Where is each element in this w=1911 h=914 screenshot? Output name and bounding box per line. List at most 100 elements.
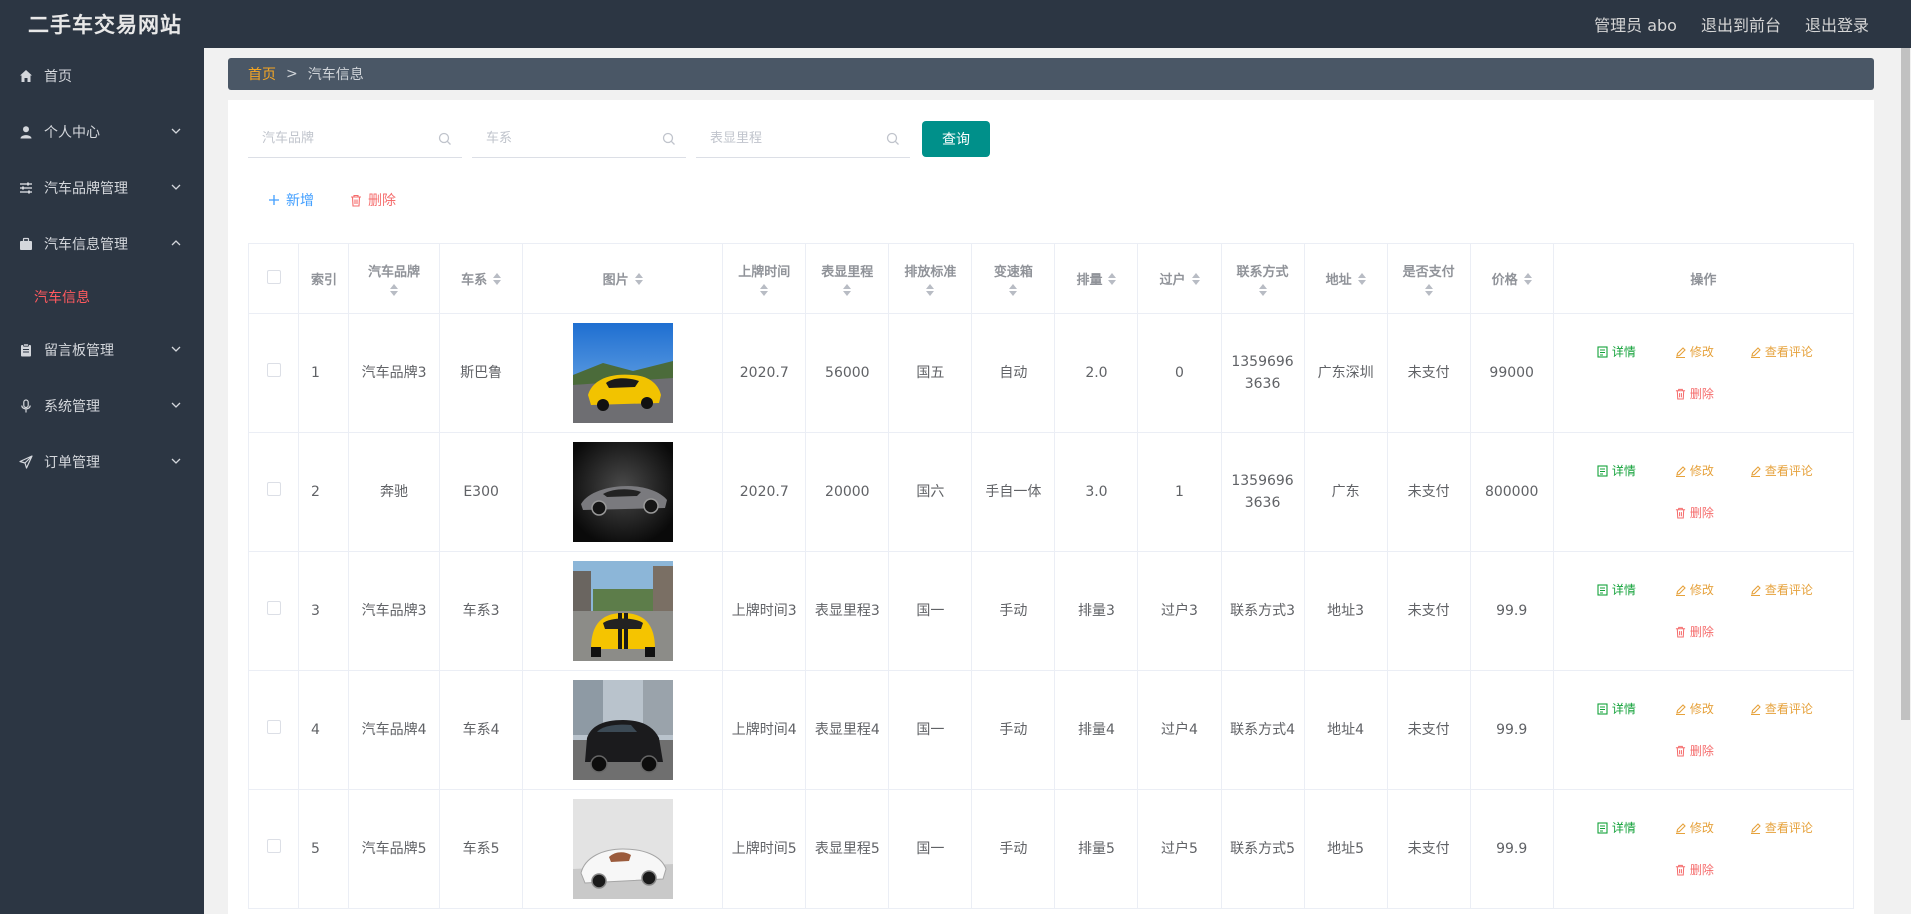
- top-header: 二手车交易网站 管理员 abo 退出到前台 退出登录: [0, 0, 1911, 48]
- cell-displacement: 排量4: [1054, 670, 1139, 790]
- edit-button[interactable]: 修改: [1655, 579, 1733, 601]
- sidebar-item-system-management[interactable]: 系统管理: [0, 378, 204, 434]
- pencil-icon: [1750, 704, 1761, 715]
- detail-label: 详情: [1611, 583, 1636, 597]
- sidebar-item-message-board[interactable]: 留言板管理: [0, 322, 204, 378]
- header-gearbox[interactable]: 变速箱: [971, 243, 1056, 314]
- exit-to-front-link[interactable]: 退出到前台: [1701, 12, 1781, 36]
- view-reviews-button[interactable]: 查看评论: [1733, 698, 1829, 720]
- document-icon: [1597, 584, 1608, 596]
- detail-button[interactable]: 详情: [1577, 579, 1655, 601]
- add-button[interactable]: 新增: [268, 190, 314, 210]
- detail-button[interactable]: 详情: [1577, 817, 1655, 839]
- sidebar-subitem-car-info[interactable]: 汽车信息: [0, 272, 204, 322]
- row-delete-button[interactable]: 删除: [1655, 621, 1733, 643]
- detail-button[interactable]: 详情: [1577, 460, 1655, 482]
- home-icon: [18, 68, 34, 84]
- document-icon: [1597, 465, 1608, 477]
- delete-label: 删除: [1689, 506, 1714, 520]
- sidebar-item-car-info-management[interactable]: 汽车信息管理: [0, 216, 204, 272]
- header-price[interactable]: 价格: [1469, 243, 1554, 314]
- header-price-label: 价格: [1491, 273, 1518, 288]
- row-select-cell: [247, 551, 300, 671]
- header-series[interactable]: 车系: [439, 243, 524, 314]
- page-scrollbar[interactable]: [1899, 48, 1911, 914]
- detail-button[interactable]: 详情: [1577, 341, 1655, 363]
- header-contact[interactable]: 联系方式: [1220, 243, 1305, 314]
- chevron-down-icon: [171, 402, 181, 408]
- breadcrumb-home-link[interactable]: 首页: [248, 64, 276, 84]
- row-checkbox[interactable]: [266, 601, 281, 615]
- cell-price: 99000: [1469, 313, 1554, 433]
- car-photo-yellow-muscle-car: [572, 561, 673, 661]
- mileage-search-input[interactable]: [696, 120, 876, 156]
- edit-button[interactable]: 修改: [1655, 341, 1733, 363]
- header-reg-date[interactable]: 上牌时间: [722, 243, 807, 314]
- search-icon: [886, 132, 899, 145]
- row-checkbox[interactable]: [266, 720, 281, 734]
- batch-delete-button[interactable]: 删除: [350, 190, 396, 210]
- header-contact-label: 联系方式: [1236, 265, 1289, 280]
- delete-label: 删除: [1689, 863, 1714, 877]
- header-index: 索引: [298, 243, 350, 314]
- scrollbar-thumb[interactable]: [1901, 48, 1910, 720]
- row-select-cell: [247, 789, 300, 909]
- detail-button[interactable]: 详情: [1577, 698, 1655, 720]
- select-all-checkbox[interactable]: [266, 269, 281, 284]
- breadcrumb: 首页 > 汽车信息: [228, 58, 1874, 90]
- brand-search-input[interactable]: [248, 120, 428, 156]
- sidebar-item-label: 订单管理: [44, 455, 100, 471]
- cell-series: 车系4: [439, 670, 524, 790]
- row-checkbox[interactable]: [266, 482, 281, 496]
- row-checkbox[interactable]: [266, 839, 281, 853]
- header-transfers[interactable]: 过户: [1137, 243, 1222, 314]
- sidebar-item-label: 汽车信息管理: [44, 237, 128, 253]
- series-search-input[interactable]: [472, 120, 652, 156]
- edit-button[interactable]: 修改: [1655, 460, 1733, 482]
- sidebar-item-personal-center[interactable]: 个人中心: [0, 104, 204, 160]
- breadcrumb-separator: >: [286, 66, 298, 82]
- header-paid-label: 是否支付: [1402, 265, 1455, 280]
- sidebar-item-label: 系统管理: [44, 399, 100, 415]
- header-emission[interactable]: 排放标准: [888, 243, 973, 314]
- header-address[interactable]: 地址: [1303, 243, 1388, 314]
- row-checkbox[interactable]: [266, 363, 281, 377]
- edit-button[interactable]: 修改: [1655, 698, 1733, 720]
- review-label: 查看评论: [1764, 821, 1813, 835]
- edit-button[interactable]: 修改: [1655, 817, 1733, 839]
- view-reviews-button[interactable]: 查看评论: [1733, 341, 1829, 363]
- sort-icon: [1258, 284, 1267, 296]
- header-brand[interactable]: 汽车品牌: [348, 243, 441, 314]
- query-button[interactable]: 查询: [922, 121, 990, 157]
- view-reviews-button[interactable]: 查看评论: [1733, 460, 1829, 482]
- pencil-icon: [1675, 704, 1686, 715]
- row-delete-button[interactable]: 删除: [1655, 859, 1733, 881]
- cell-ops: 详情 修改 查看评论 删除: [1552, 789, 1855, 909]
- review-label: 查看评论: [1764, 583, 1813, 597]
- header-transfers-label: 过户: [1159, 273, 1186, 288]
- cell-series: 车系3: [439, 551, 524, 671]
- view-reviews-button[interactable]: 查看评论: [1733, 817, 1829, 839]
- car-photo-black-suv: [572, 680, 673, 780]
- sidebar-item-order-management[interactable]: 订单管理: [0, 434, 204, 490]
- row-delete-button[interactable]: 删除: [1655, 740, 1733, 762]
- header-displacement[interactable]: 排量: [1054, 243, 1139, 314]
- cell-emission: 国六: [888, 432, 973, 552]
- row-delete-button[interactable]: 删除: [1655, 502, 1733, 524]
- logout-link[interactable]: 退出登录: [1805, 12, 1869, 36]
- header-paid[interactable]: 是否支付: [1386, 243, 1471, 314]
- sidebar-item-home[interactable]: 首页: [0, 48, 204, 104]
- sidebar-item-brand-management[interactable]: 汽车品牌管理: [0, 160, 204, 216]
- edit-label: 修改: [1689, 583, 1714, 597]
- header-mileage[interactable]: 表显里程: [805, 243, 890, 314]
- row-delete-button[interactable]: 删除: [1655, 383, 1733, 405]
- cell-brand: 汽车品牌3: [348, 551, 441, 671]
- content-card: 查询 新增 删除 索引 汽车品牌 车系 图片 上牌时间 表显里程: [228, 100, 1874, 914]
- mileage-search-field: [696, 120, 910, 158]
- view-reviews-button[interactable]: 查看评论: [1733, 579, 1829, 601]
- clipboard-icon: [18, 342, 34, 358]
- header-image[interactable]: 图片: [522, 243, 724, 314]
- cell-ops: 详情 修改 查看评论 删除: [1552, 313, 1855, 433]
- chevron-up-icon: [171, 240, 181, 246]
- cell-emission: 国一: [888, 670, 973, 790]
